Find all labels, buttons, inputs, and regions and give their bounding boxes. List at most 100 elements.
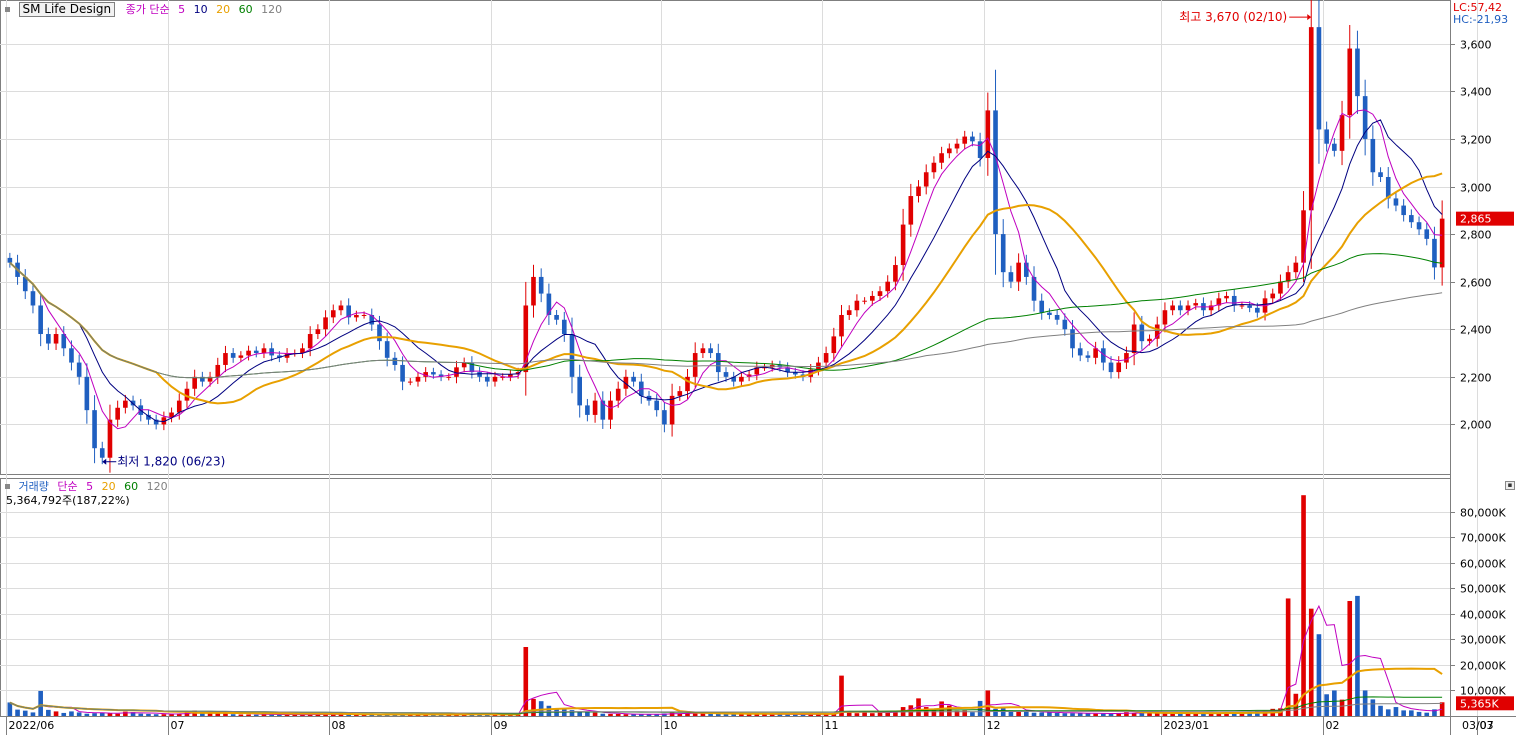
candle-body xyxy=(893,265,898,282)
volume-bar xyxy=(230,714,236,716)
candle-body xyxy=(1332,143,1337,151)
candle-body xyxy=(215,364,221,377)
candle-body xyxy=(931,162,937,173)
candle-body xyxy=(1355,48,1360,97)
candle-body xyxy=(1347,48,1353,116)
candle-body xyxy=(1178,305,1183,311)
volume-y-tick-label: 50,000K xyxy=(1460,583,1506,596)
volume-y-tick-label: 20,000K xyxy=(1460,660,1506,673)
volume-bar xyxy=(608,713,613,716)
candle-body xyxy=(1378,172,1383,178)
checkbox-icon[interactable] xyxy=(5,7,10,12)
checkbox-icon[interactable] xyxy=(5,484,10,489)
volume-bar xyxy=(1062,713,1068,716)
candle-body xyxy=(253,350,259,354)
volume-bar xyxy=(1039,712,1045,716)
y-tick-label: 2,400 xyxy=(1460,324,1492,337)
candle-body xyxy=(53,334,59,344)
y-tick-label: 2,600 xyxy=(1460,277,1492,290)
volume-bar xyxy=(7,702,13,716)
candle-body xyxy=(415,376,421,382)
chart-stage: 2022/06 07 08 09 10 11 12 2023/01 02 03 03/07 3,600… xyxy=(0,0,1516,735)
candle-body xyxy=(1239,305,1245,307)
volume-bar xyxy=(931,710,937,716)
candle-body xyxy=(947,148,952,154)
x-tick-label: 07 xyxy=(171,719,185,732)
panel-maximize-icon[interactable]: ▪ xyxy=(1505,481,1515,490)
candle-body xyxy=(1047,312,1052,315)
volume-bar xyxy=(970,712,975,716)
volume-bar xyxy=(862,712,867,716)
candle-body xyxy=(99,448,105,458)
candle-body xyxy=(1255,307,1260,313)
volume-bar xyxy=(947,705,952,716)
volume-bar xyxy=(839,675,844,716)
candle-body xyxy=(1131,324,1137,354)
candle-body xyxy=(1085,355,1091,358)
candle-body xyxy=(377,324,382,342)
candle-body xyxy=(84,376,90,411)
volume-bar xyxy=(1139,713,1145,716)
candle-body xyxy=(854,300,860,311)
hc-label: HC:-21,93 xyxy=(1453,13,1509,26)
volume-bar xyxy=(1362,690,1368,716)
volume-bar xyxy=(615,713,621,716)
high-annotation: 최고 3,670 (02/10) xyxy=(1179,10,1287,24)
volume-bar xyxy=(523,647,529,716)
candle-body xyxy=(176,400,182,413)
volume-bar xyxy=(1147,713,1152,716)
volume-bar xyxy=(531,698,536,716)
candle-body xyxy=(123,400,128,408)
volume-y-tick-label: 40,000K xyxy=(1460,609,1506,622)
volume-bar xyxy=(22,710,28,716)
volume-bar xyxy=(1054,712,1060,716)
candle-body xyxy=(631,376,636,382)
candle-body xyxy=(715,353,721,373)
candle-body xyxy=(669,395,675,425)
vol-ma-5-legend: 5 xyxy=(86,480,94,493)
y-tick-label: 2,000 xyxy=(1460,419,1492,432)
volume-bar xyxy=(1409,710,1414,716)
ma-20-legend: 20 xyxy=(216,3,231,16)
candle-body xyxy=(846,310,852,315)
candle-body xyxy=(554,314,559,320)
volume-bar xyxy=(1047,712,1052,716)
volume-bar xyxy=(61,712,67,716)
candle-body xyxy=(407,381,413,383)
x-tick-label: 10 xyxy=(664,719,678,732)
candle-body xyxy=(615,388,621,401)
candle-body xyxy=(839,314,844,337)
candle-body xyxy=(939,153,944,163)
ma-60-legend: 60 xyxy=(238,3,253,16)
volume-bar xyxy=(30,712,36,716)
volume-bar xyxy=(577,712,582,716)
volume-bar xyxy=(76,712,82,716)
volume-bar xyxy=(238,714,244,716)
volume-bar xyxy=(1316,634,1322,716)
ma-label: 종가 단순 xyxy=(125,3,170,16)
candle-body xyxy=(384,341,390,358)
candle-body xyxy=(916,186,921,197)
candle-body xyxy=(900,224,906,266)
candle-body xyxy=(1116,362,1122,373)
vol-ma-20-legend: 20 xyxy=(101,480,116,493)
volume-title: 거래량 xyxy=(18,480,49,493)
candle-body xyxy=(30,291,36,306)
candle-body xyxy=(1016,262,1021,282)
volume-bar xyxy=(146,713,151,716)
candle-body xyxy=(269,348,274,356)
volume-bar xyxy=(1393,707,1399,716)
candle-body xyxy=(577,376,582,406)
volume-bar xyxy=(1378,705,1383,716)
candle-body xyxy=(1124,353,1129,363)
volume-bar xyxy=(1085,713,1091,716)
volume-bar xyxy=(1031,712,1037,716)
volume-bar xyxy=(592,712,598,716)
volume-bar xyxy=(985,690,991,716)
candle-body xyxy=(392,357,398,365)
x-tick-label: 2022/06 xyxy=(9,719,55,732)
candle-body xyxy=(484,376,490,382)
candle-body xyxy=(492,376,498,382)
volume-y-tick-label: 30,000K xyxy=(1460,634,1506,647)
candle-body xyxy=(662,410,667,425)
